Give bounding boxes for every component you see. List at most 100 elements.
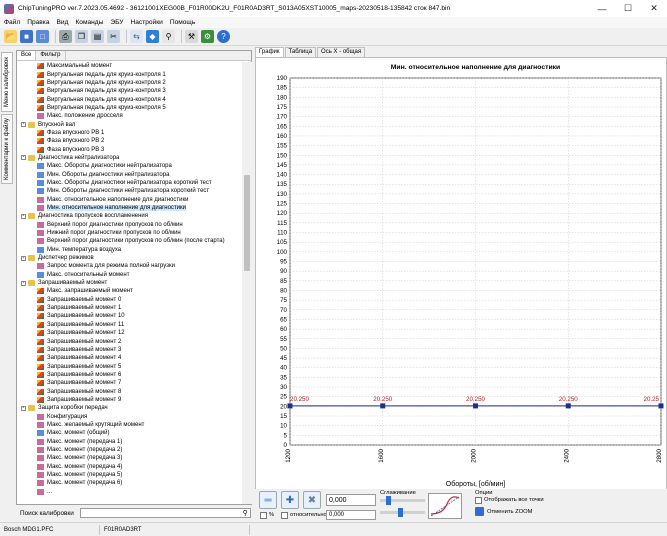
compare-icon[interactable]: ⇆ (130, 30, 143, 43)
relative-value-input[interactable]: 0,000 (326, 510, 376, 520)
tree-item[interactable]: Виртуальная педаль для круиз-контроля 4 (17, 95, 242, 103)
tree-item[interactable]: Макс. момент (передача 3) (17, 454, 242, 462)
tree-item[interactable]: Макс. относительный момент (17, 271, 242, 279)
multiply-button[interactable]: ✖ (303, 491, 321, 509)
tree-item[interactable]: Запрашиваемый момент 2 (17, 337, 242, 345)
tree-item[interactable]: Запрашиваемый момент 6 (17, 371, 242, 379)
settings-icon[interactable]: ⚙ (201, 30, 214, 43)
tree-item[interactable]: Запрашиваемый момент 11 (17, 321, 242, 329)
tree-item[interactable]: Запрашиваемый момент 3 (17, 346, 242, 354)
percent-checkbox[interactable] (260, 512, 267, 519)
tree-folder[interactable]: - Впускной вал (17, 120, 242, 128)
tab-x-axis-common[interactable]: Ось X - общая (317, 47, 366, 57)
tree-item[interactable]: Макс. момент (передача 5) (17, 471, 242, 479)
tree-item[interactable]: Запрашиваемый момент 0 (17, 296, 242, 304)
tree-item[interactable]: Макс. относительное наполнение для диагн… (17, 196, 242, 204)
menu-view[interactable]: Вид (57, 19, 69, 26)
paste-icon[interactable]: ▤ (91, 30, 104, 43)
chart-svg[interactable]: Мин. относительное наполнение для диагно… (256, 58, 666, 489)
tree-folder[interactable]: - Диспетчер режимов (17, 254, 242, 262)
menu-edit[interactable]: Правка (27, 19, 49, 26)
tree-item[interactable]: Верхний порог диагностики пропусков по о… (17, 237, 242, 245)
maximize-button[interactable]: ☐ (615, 0, 641, 17)
checksum-icon[interactable]: ◆ (146, 30, 159, 43)
expand-toggle-icon[interactable]: - (21, 213, 26, 219)
calibration-tree[interactable]: Максимальный момент Виртуальная педаль дл… (17, 62, 242, 504)
tools-icon[interactable]: ⚒ (185, 30, 198, 43)
tree-item[interactable]: Фаза впускного РВ 1 (17, 129, 242, 137)
save-icon[interactable]: ■ (20, 30, 33, 43)
tree-item[interactable]: Запрос момента для режима полной нагрузк… (17, 262, 242, 270)
show-all-points-checkbox[interactable] (475, 497, 482, 504)
tree-item[interactable]: Макс. момент (передача 6) (17, 479, 242, 487)
tree-item[interactable]: Мин. относительное наполнение для диагно… (17, 204, 242, 212)
search-input[interactable]: ⚲ (79, 508, 251, 518)
smoothing-slider-1[interactable] (380, 496, 425, 505)
tree-item[interactable]: Макс. положение дросселя (17, 112, 242, 120)
tree-scrollbar[interactable] (242, 62, 252, 504)
tree-item[interactable]: Виртуальная педаль для круиз-контроля 3 (17, 87, 242, 95)
tree-item[interactable]: Макс. момент (передача 1) (17, 437, 242, 445)
copy-icon[interactable]: ❐ (75, 30, 88, 43)
tab-table[interactable]: Таблица (284, 47, 317, 57)
menu-settings[interactable]: Настройки (130, 19, 162, 26)
menu-commands[interactable]: Команды (75, 19, 103, 26)
tree-item[interactable]: Запрашиваемый момент 9 (17, 396, 242, 404)
add-button[interactable]: ✚ (281, 491, 299, 509)
tree-item[interactable]: Мин. Обороты диагностики нейтрализатора … (17, 187, 242, 195)
tree-item[interactable]: Запрашиваемый момент 5 (17, 362, 242, 370)
scrollbar-thumb[interactable] (244, 175, 250, 271)
tree-item[interactable]: Виртуальная педаль для круиз-контроля 1 (17, 70, 242, 78)
cut-icon[interactable]: ✂ (107, 30, 120, 43)
expand-toggle-icon[interactable]: - (21, 255, 26, 261)
tree-item[interactable]: Запрашиваемый момент 1 (17, 304, 242, 312)
tree-folder[interactable]: - Диагностика нейтрализатора (17, 154, 242, 162)
tree-item[interactable]: Запрашиваемый момент 7 (17, 379, 242, 387)
expand-toggle-icon[interactable]: - (21, 122, 26, 128)
tree-item[interactable]: Мин. температура воздуха (17, 246, 242, 254)
tree-item[interactable]: Запрашиваемый момент 10 (17, 312, 242, 320)
tree-item[interactable]: Максимальный момент (17, 62, 242, 70)
expand-toggle-icon[interactable]: - (21, 155, 26, 161)
tree-folder[interactable]: - Запрашиваемый момент (17, 279, 242, 287)
tree-folder[interactable]: - Защита коробки передач (17, 404, 242, 412)
help-icon[interactable]: ? (217, 30, 230, 43)
tree-item[interactable]: Фаза впускного РВ 3 (17, 145, 242, 153)
menu-file[interactable]: Файл (4, 19, 20, 26)
tab-graph[interactable]: График (255, 47, 284, 57)
open-icon[interactable]: 📂 (4, 30, 17, 43)
chart-area[interactable]: Мин. относительное наполнение для диагно… (255, 57, 667, 531)
tab-all[interactable]: Все (17, 51, 37, 60)
tree-item[interactable]: Запрашиваемый момент 8 (17, 387, 242, 395)
close-button[interactable]: ✕ (641, 0, 667, 17)
tree-item[interactable]: Верхний порог диагностики пропусков по о… (17, 221, 242, 229)
tree-item[interactable]: Запрашиваемый момент 12 (17, 329, 242, 337)
tree-item[interactable]: Макс. Обороты диагностики нейтрализатора… (17, 179, 242, 187)
tree-item[interactable]: Макс. запрашиваемый момент (17, 287, 242, 295)
tab-file-comments[interactable]: Комментарии к файлу (1, 114, 13, 184)
tree-item[interactable]: Макс. момент (общий) (17, 429, 242, 437)
search-icon[interactable]: ⚲ (162, 30, 175, 43)
tree-item[interactable]: Макс. момент (передача 4) (17, 463, 242, 471)
magnifier-icon[interactable]: ⚲ (243, 509, 248, 517)
tree-item[interactable]: Фаза впускного РВ 2 (17, 137, 242, 145)
tree-item[interactable]: Мин. Обороты диагностики нейтрализатора (17, 170, 242, 178)
tree-item[interactable]: Виртуальная педаль для круиз-контроля 2 (17, 79, 242, 87)
tree-folder[interactable]: - Диагностика пропусков воспламенения (17, 212, 242, 220)
tree-item[interactable]: Конфигурация (17, 412, 242, 420)
expand-toggle-icon[interactable]: - (21, 405, 26, 411)
print-icon[interactable]: ⎙ (59, 30, 72, 43)
tree-item[interactable]: Виртуальная педаль для круиз-контроля 5 (17, 104, 242, 112)
menu-help[interactable]: Помощь (170, 19, 195, 26)
tree-item[interactable]: Макс. момент (передача 2) (17, 446, 242, 454)
expand-toggle-icon[interactable]: - (21, 280, 26, 286)
tree-item[interactable]: ... (17, 488, 242, 496)
menu-ecu[interactable]: ЭБУ (110, 19, 123, 26)
relative-checkbox[interactable] (281, 512, 288, 519)
tree-item[interactable]: Нижний порог диагностики пропусков по об… (17, 229, 242, 237)
smoothing-slider-2[interactable] (380, 508, 425, 517)
tab-calibration-menu[interactable]: Меню калибровок (1, 52, 13, 112)
value-input[interactable]: 0,000 (326, 494, 376, 506)
tab-filter[interactable]: Фильтр (36, 51, 66, 60)
tree-item[interactable]: Макс. Обороты диагностики нейтрализатора (17, 162, 242, 170)
